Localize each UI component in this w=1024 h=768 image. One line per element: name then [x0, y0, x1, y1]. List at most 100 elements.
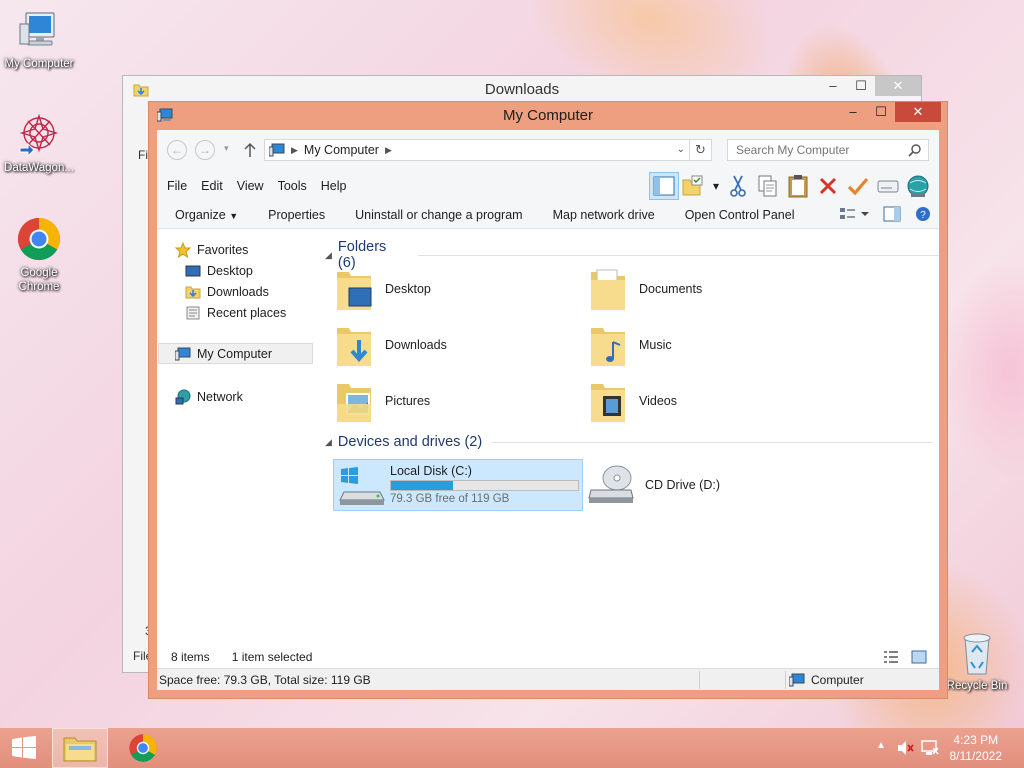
folder-videos[interactable]: Videos	[589, 378, 677, 424]
close-button[interactable]: ✕	[875, 76, 921, 96]
taskbar-file-explorer[interactable]	[52, 728, 108, 768]
start-button[interactable]	[0, 728, 48, 768]
maximize-button[interactable]: ☐	[867, 102, 895, 122]
computer-icon	[175, 347, 191, 360]
nav-downloads[interactable]: Downloads	[185, 281, 269, 302]
properties-check-button[interactable]	[843, 172, 873, 200]
preview-pane-icon[interactable]	[883, 206, 901, 222]
nav-network-label: Network	[197, 389, 243, 404]
documents-folder-icon	[591, 269, 625, 310]
folder-check-icon	[682, 175, 703, 196]
folder-pictures[interactable]: Pictures	[335, 378, 430, 424]
taskbar-chrome[interactable]	[116, 728, 170, 768]
breadcrumb-chevron-icon: ▶	[291, 144, 298, 155]
map-network-drive-button[interactable]: Map network drive	[553, 208, 655, 222]
window-titlebar[interactable]: My Computer – ☐ ✕	[149, 102, 947, 130]
menu-tools[interactable]: Tools	[278, 179, 307, 193]
cut-button[interactable]	[723, 172, 753, 200]
internet-button[interactable]	[903, 172, 933, 200]
folder-music[interactable]: Music	[589, 322, 672, 368]
back-button[interactable]: ←	[167, 140, 187, 160]
delete-x-icon	[819, 177, 837, 195]
large-icons-view-icon[interactable]	[911, 650, 927, 664]
up-arrow-icon[interactable]	[243, 142, 257, 158]
folder-downloads[interactable]: Downloads	[335, 322, 447, 368]
computer-icon	[157, 108, 173, 122]
layout-pane-icon	[653, 176, 675, 196]
space-summary: Space free: 79.3 GB, Total size: 119 GB	[159, 672, 371, 687]
details-status-bar: 8 items 1 item selected	[157, 646, 939, 668]
folder-options-dropdown-icon[interactable]: ▾	[709, 172, 723, 200]
search-input[interactable]	[736, 140, 906, 160]
menu-bar: File Edit View Tools Help ▾	[157, 170, 939, 202]
downloads-window-title: Downloads	[484, 81, 560, 98]
nav-network[interactable]: Network	[175, 386, 243, 407]
cd-drive-d[interactable]: CD Drive (D:)	[587, 464, 720, 506]
nav-desktop[interactable]: Desktop	[185, 260, 253, 281]
breadcrumb-chevron-icon[interactable]: ▶	[385, 145, 392, 156]
folder-options-button[interactable]	[679, 172, 709, 200]
copy-button[interactable]	[753, 172, 783, 200]
selected-count: 1 item selected	[231, 650, 313, 664]
minimize-button[interactable]: –	[819, 76, 847, 96]
downloads-folder-icon	[133, 84, 149, 97]
search-icon[interactable]	[908, 143, 922, 157]
forward-button[interactable]: →	[195, 140, 215, 160]
local-disk-free-space: 79.3 GB free of 119 GB	[390, 493, 510, 505]
details-view-icon[interactable]	[883, 650, 899, 664]
nav-favorites[interactable]: Favorites	[175, 239, 248, 260]
organize-button[interactable]: Organize ▼	[175, 208, 238, 222]
view-options-icon[interactable]	[839, 206, 869, 222]
menu-help[interactable]: Help	[321, 179, 347, 193]
chrome-icon	[17, 218, 61, 261]
downloads-icon	[185, 286, 201, 298]
breadcrumb-my-computer[interactable]: My Computer	[304, 143, 379, 157]
copy-icon	[758, 175, 777, 197]
maximize-button[interactable]: ☐	[847, 76, 875, 96]
preview-pane-button[interactable]	[649, 172, 679, 200]
folder-desktop[interactable]: Desktop	[335, 266, 431, 312]
desktop-icon-chrome[interactable]: Google Chrome	[0, 215, 78, 294]
nav-my-computer[interactable]: My Computer	[158, 343, 313, 364]
desktop-icon-recycle-bin[interactable]: Recycle Bin	[938, 630, 1016, 693]
network-tray-icon[interactable]	[920, 739, 940, 757]
refresh-button[interactable]: ↻	[689, 140, 711, 160]
paste-button[interactable]	[783, 172, 813, 200]
nav-my-computer-label: My Computer	[197, 346, 273, 361]
computer-icon	[269, 143, 285, 157]
delete-button[interactable]	[813, 172, 843, 200]
search-box[interactable]	[727, 139, 929, 161]
local-disk-c[interactable]: Local Disk (C:) 79.3 GB free of 119 GB	[333, 459, 583, 511]
uninstall-button[interactable]: Uninstall or change a program	[355, 208, 522, 222]
show-hidden-icons-button[interactable]: ▲	[876, 740, 886, 751]
properties-button[interactable]: Properties	[268, 208, 325, 222]
help-icon[interactable]: ?	[915, 206, 931, 222]
address-dropdown-chevron-icon[interactable]: ⌄	[677, 144, 685, 155]
system-clock[interactable]: 4:23 PM 8/11/2022	[950, 732, 1003, 764]
folder-documents[interactable]: Documents	[589, 266, 702, 312]
minimize-button[interactable]: –	[839, 102, 867, 122]
recent-locations-dropdown[interactable]: ▾	[224, 143, 229, 154]
my-computer-window[interactable]: My Computer – ☐ ✕ ← → ▾ ▶ My Computer ▶	[148, 101, 948, 699]
checkmark-icon	[847, 177, 869, 196]
menu-file[interactable]: File	[167, 179, 187, 193]
disk-usage-bar	[390, 480, 579, 491]
devices-header-label: Devices and drives (2)	[337, 434, 483, 450]
desktop-icon-my-computer[interactable]: My Computer	[0, 10, 78, 71]
desktop-icon-datawagon[interactable]: DataWagon...	[0, 112, 78, 175]
cd-drive-label: CD Drive (D:)	[645, 478, 720, 492]
nav-recent-places[interactable]: Recent places	[185, 302, 286, 323]
space-status-bar: Space free: 79.3 GB, Total size: 119 GB …	[157, 668, 939, 690]
cd-drive-icon	[588, 465, 634, 503]
devices-group-header[interactable]: ◢ Devices and drives (2)	[325, 434, 933, 450]
close-button[interactable]: ✕	[895, 102, 941, 122]
volume-muted-icon[interactable]	[896, 740, 914, 756]
datawagon-icon	[19, 113, 59, 158]
downloads-window-titlebar[interactable]: Downloads – ☐ ✕	[123, 76, 921, 103]
open-control-panel-button[interactable]: Open Control Panel	[685, 208, 795, 222]
map-drive-button[interactable]	[873, 172, 903, 200]
address-bar[interactable]: ▶ My Computer ▶ ⌄ ↻	[264, 139, 712, 161]
menu-view[interactable]: View	[237, 179, 264, 193]
menu-edit[interactable]: Edit	[201, 179, 223, 193]
desktop-icon-label: DataWagon...	[4, 162, 74, 174]
